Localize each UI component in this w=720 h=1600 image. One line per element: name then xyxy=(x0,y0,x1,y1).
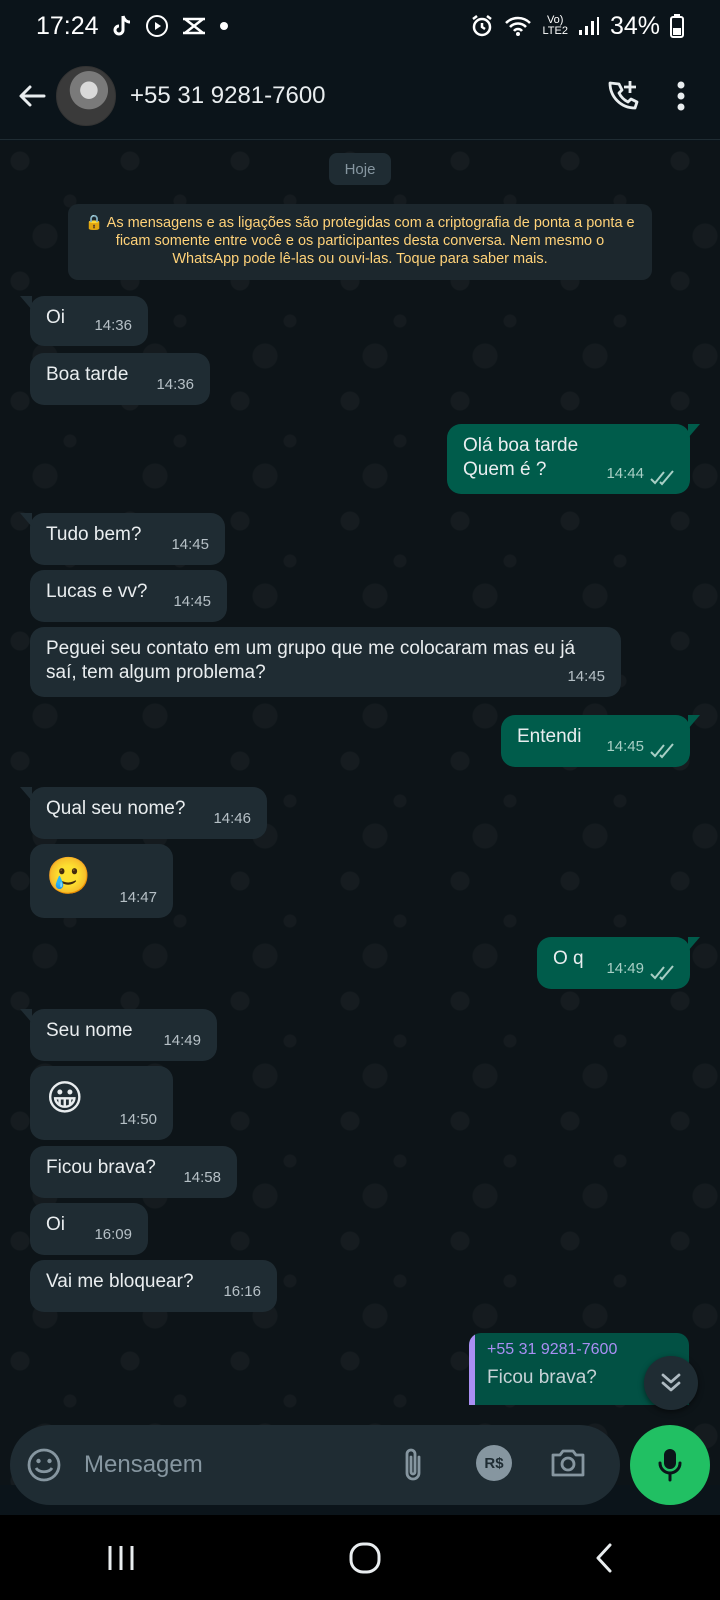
notification-dot-icon xyxy=(219,21,229,31)
lte-label: LTE2 xyxy=(542,25,568,37)
message-time: 14:47 xyxy=(119,889,157,906)
youtube-icon xyxy=(145,14,169,38)
message-bubble[interactable]: Oi 16:09 xyxy=(30,1203,148,1255)
emoji-button[interactable] xyxy=(26,1447,62,1483)
mic-button[interactable] xyxy=(630,1425,710,1505)
back-chevron-icon xyxy=(596,1543,612,1572)
message-time: 14:49 xyxy=(163,1032,201,1049)
read-ticks-icon xyxy=(650,470,674,486)
message-bubble[interactable]: Ficou brava? 14:58 xyxy=(30,1146,237,1198)
status-bar: 17:24 Vo) LTE2 34% xyxy=(0,0,720,52)
message-text: Boa tarde xyxy=(46,364,129,385)
avatar[interactable] xyxy=(56,65,116,126)
wifi-icon xyxy=(504,15,532,37)
message-time: 14:44 xyxy=(606,465,644,482)
message-bubble[interactable]: Vai me bloquear? 16:16 xyxy=(30,1260,277,1312)
more-options-button[interactable] xyxy=(676,80,686,112)
message-time: 16:16 xyxy=(223,1283,261,1300)
read-ticks-icon xyxy=(650,743,674,759)
message-bubble[interactable]: Tudo bem? 14:45 xyxy=(20,513,225,565)
message-time: 14:45 xyxy=(567,668,605,685)
message-bubble[interactable]: Lucas e vv? 14:45 xyxy=(30,570,227,622)
add-call-button[interactable] xyxy=(604,78,640,114)
message-bubble[interactable]: O q 14:49 xyxy=(537,937,700,989)
battery-icon xyxy=(670,14,684,38)
more-vert-icon xyxy=(677,81,685,110)
back-arrow-icon xyxy=(19,85,46,106)
message-text: Ficou brava? xyxy=(46,1157,156,1178)
message-text: Oi xyxy=(46,1214,65,1235)
home-icon xyxy=(349,1542,381,1573)
message-emoji: 🥲 xyxy=(46,855,91,896)
message-text: Lucas e vv? xyxy=(46,581,148,602)
system-nav-bar xyxy=(0,1515,720,1600)
message-time: 14:36 xyxy=(156,376,194,393)
scroll-down-button[interactable] xyxy=(644,1356,698,1410)
signal-icon xyxy=(578,16,600,36)
battery-percent: 34% xyxy=(609,11,660,40)
message-bubble[interactable]: 😀 14:50 xyxy=(30,1066,173,1140)
home-button[interactable] xyxy=(349,1542,381,1574)
contact-name[interactable]: +55 31 9281-7600 xyxy=(130,82,326,110)
recents-icon xyxy=(108,1545,134,1570)
emoji-icon xyxy=(27,1448,61,1482)
payment-button[interactable]: R$ xyxy=(476,1445,512,1481)
alarm-icon xyxy=(470,14,494,38)
message-text: Oi xyxy=(46,307,65,328)
camera-button[interactable] xyxy=(550,1447,586,1479)
message-bubble[interactable]: Entendi 14:45 xyxy=(501,715,700,767)
message-text: Vai me bloquear? xyxy=(46,1271,194,1292)
message-time: 14:36 xyxy=(94,317,132,334)
message-text: Qual seu nome? xyxy=(46,798,186,819)
encryption-notice[interactable]: 🔒 As mensagens e as ligações são protegi… xyxy=(68,204,652,280)
message-emoji: 😀 xyxy=(46,1077,84,1118)
recents-button[interactable] xyxy=(106,1544,136,1572)
message-time: 14:45 xyxy=(606,738,644,755)
message-time: 14:45 xyxy=(171,536,209,553)
message-bubble[interactable]: Boa tarde 14:36 xyxy=(30,353,210,405)
add-call-icon xyxy=(608,80,639,109)
capcut-icon xyxy=(181,15,207,37)
message-time: 14:45 xyxy=(173,593,211,610)
message-bubble[interactable]: Peguei seu contato em um grupo que me co… xyxy=(30,627,621,697)
back-button[interactable] xyxy=(4,68,60,124)
message-text: Seu nome xyxy=(46,1020,133,1041)
message-input[interactable] xyxy=(84,1445,384,1485)
message-text: Entendi xyxy=(517,726,582,747)
message-time: 14:49 xyxy=(606,960,644,977)
message-bubble[interactable]: Seu nome 14:49 xyxy=(20,1009,217,1061)
message-text: O q xyxy=(553,948,584,969)
tiktok-icon xyxy=(111,14,133,38)
message-bubble[interactable]: Oi 14:36 xyxy=(20,296,148,346)
message-time: 14:50 xyxy=(119,1111,157,1128)
mic-icon xyxy=(658,1449,682,1482)
message-time: 16:09 xyxy=(94,1226,132,1243)
reply-accent-bar xyxy=(469,1333,475,1405)
back-nav-button[interactable] xyxy=(594,1542,614,1574)
composer-bar: R$ xyxy=(10,1425,620,1505)
double-chevron-down-icon xyxy=(661,1373,681,1392)
read-ticks-icon xyxy=(650,965,674,981)
attach-button[interactable] xyxy=(400,1447,426,1483)
camera-icon xyxy=(551,1449,585,1477)
message-bubble[interactable]: 🥲 14:47 xyxy=(30,844,173,918)
message-bubble[interactable]: Olá boa tarde Quem é ? 14:44 xyxy=(447,424,700,494)
reply-sender: +55 31 9281-7600 xyxy=(487,1341,618,1358)
payment-icon: R$ xyxy=(484,1454,504,1472)
reply-text: Ficou brava? xyxy=(487,1367,597,1388)
date-chip: Hoje xyxy=(329,153,391,185)
paperclip-icon xyxy=(405,1448,421,1481)
message-text: Tudo bem? xyxy=(46,524,142,545)
chat-header: +55 31 9281-7600 xyxy=(0,52,720,140)
message-text: Olá boa tarde Quem é ? xyxy=(463,435,579,480)
message-bubble[interactable]: Qual seu nome? 14:46 xyxy=(20,787,267,839)
message-time: 14:58 xyxy=(183,1169,221,1186)
message-text: Peguei seu contato em um grupo que me co… xyxy=(46,638,576,683)
status-time: 17:24 xyxy=(36,11,99,40)
network-label: Vo) LTE2 xyxy=(542,15,567,37)
message-time: 14:46 xyxy=(213,810,251,827)
